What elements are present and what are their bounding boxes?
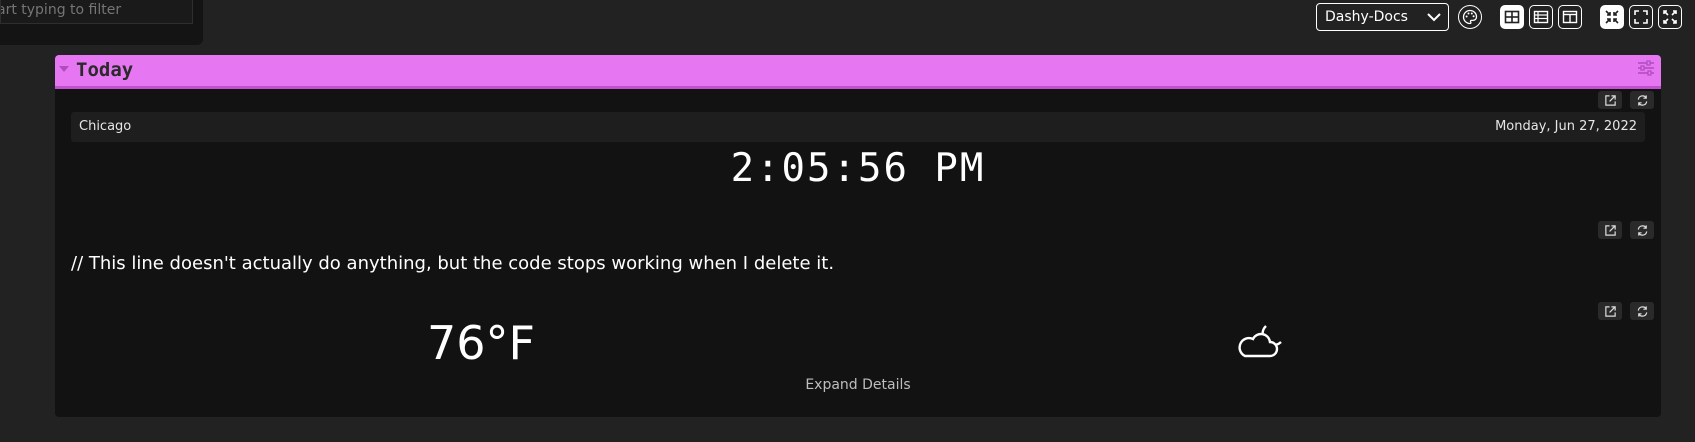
theme-palette-button[interactable] [1458,5,1482,29]
layout-horizontal-icon [1562,10,1578,24]
joke-text: // This line doesn't actually do anythin… [71,253,835,274]
weather-open-button[interactable] [1598,302,1622,320]
partly-cloudy-night-icon [1238,325,1282,358]
refresh-icon [1637,305,1647,317]
section-today: Today Chicago Monday, Jun 27, 2022 2:05:… [55,55,1661,417]
refresh-icon [1637,224,1647,236]
external-link-icon [1604,224,1616,236]
joke-open-button[interactable] [1598,221,1622,239]
item-size-large-icon [1663,10,1677,24]
item-size-large-button[interactable] [1658,5,1682,29]
clock-open-button[interactable] [1598,91,1622,109]
layout-horizontal-button[interactable] [1558,5,1582,29]
clock-date: Monday, Jun 27, 2022 [1495,119,1637,134]
clock-refresh-button[interactable] [1630,91,1654,109]
section-settings-icon[interactable] [1637,59,1655,77]
section-header[interactable]: Today [55,55,1661,89]
weather-refresh-button[interactable] [1630,302,1654,320]
external-link-icon [1604,305,1616,317]
refresh-icon [1637,94,1647,106]
layout-auto-icon [1504,10,1520,24]
section-title: Today [76,59,134,81]
item-size-small-button[interactable] [1600,5,1624,29]
layout-vertical-icon [1533,10,1549,24]
item-size-small-icon [1605,10,1619,24]
collapse-arrow-icon[interactable] [59,66,69,72]
filter-input[interactable] [0,0,193,24]
clock-city: Chicago [79,119,132,134]
layout-auto-button[interactable] [1500,5,1524,29]
weather-expand-details[interactable]: Expand Details [55,377,1661,393]
item-size-medium-button[interactable] [1629,5,1653,29]
filter-panel [0,0,203,45]
theme-select[interactable]: Dashy-Docs [1316,3,1449,31]
clock-info-bar: Chicago Monday, Jun 27, 2022 [71,112,1645,142]
clock-time: 2:05:56 PM [730,146,986,191]
chevron-down-icon [1427,13,1441,22]
theme-select-value: Dashy-Docs [1325,9,1408,25]
joke-refresh-button[interactable] [1630,221,1654,239]
external-link-icon [1604,94,1616,106]
weather-temperature: 76°F [427,316,535,370]
layout-vertical-button[interactable] [1529,5,1553,29]
theme-palette-icon [1462,9,1478,25]
item-size-medium-icon [1634,10,1648,24]
